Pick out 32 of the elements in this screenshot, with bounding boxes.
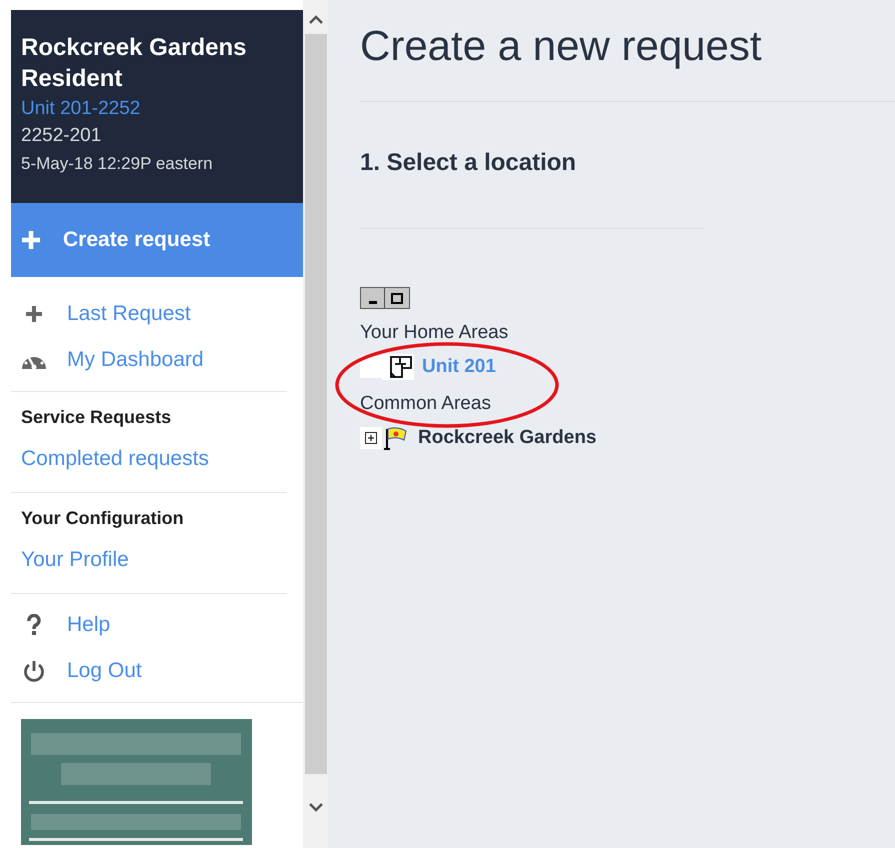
unit-link[interactable]: Unit 201-2252 — [21, 96, 140, 122]
tree-node[interactable]: Rockcreek Gardens — [418, 424, 596, 452]
scroll-up-icon[interactable] — [308, 14, 324, 24]
plus-icon — [24, 304, 44, 324]
page-title: Create a new request — [360, 21, 762, 71]
expand-all-button[interactable] — [385, 288, 409, 308]
question-icon — [26, 614, 42, 636]
step-title: 1. Select a location — [360, 148, 576, 178]
nav-link[interactable]: Log Out — [11, 648, 152, 694]
scroll-down-icon[interactable] — [308, 802, 324, 812]
floor-plan-icon — [388, 354, 414, 380]
minimize-icon — [368, 301, 376, 304]
plus-icon — [21, 230, 41, 250]
date-time: 5-May-18 12:29P eastern — [21, 153, 213, 175]
expand-icon[interactable] — [365, 432, 377, 444]
collapse-all-button[interactable] — [361, 288, 385, 308]
tree-node[interactable]: Unit 201 — [422, 352, 496, 382]
tree-section-heading: Your Home Areas — [360, 321, 508, 345]
nav-link[interactable]: Last Request — [11, 291, 201, 337]
expander-cell[interactable] — [360, 427, 382, 449]
nav-link[interactable]: My Dashboard — [11, 337, 214, 383]
nav-link[interactable]: Completed requests — [11, 434, 219, 484]
nav-link[interactable]: Your Profile — [11, 535, 139, 585]
resident-name: Rockcreek Gardens Resident — [21, 33, 248, 94]
section-heading: Service Requests — [20, 406, 172, 429]
tree-section-heading: Common Areas — [360, 392, 491, 416]
power-icon — [22, 659, 46, 683]
account-number: 2252-201 — [21, 124, 102, 148]
nav-link[interactable]: Help — [11, 602, 120, 648]
create-request-button[interactable]: Create request — [11, 203, 303, 277]
section-heading: Your Configuration — [20, 507, 185, 530]
maximize-icon — [391, 292, 403, 304]
